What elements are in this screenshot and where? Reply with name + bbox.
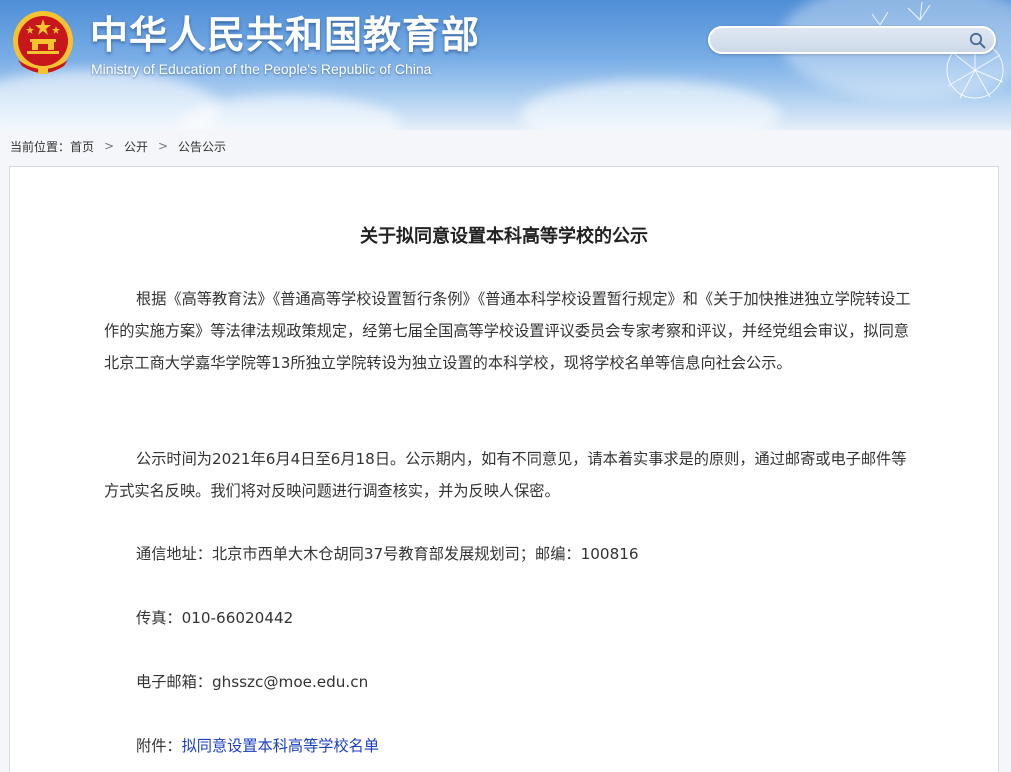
article-paragraph: 根据《高等教育法》《普通高等学校设置暂行条例》《普通本科学校设置暂行规定》和《关…	[104, 290, 911, 372]
article-title: 关于拟同意设置本科高等学校的公示	[360, 226, 648, 247]
breadcrumb-public-link[interactable]: 公开	[124, 138, 148, 155]
breadcrumb-notice-link[interactable]: 公告公示	[178, 138, 226, 155]
header-banner: 中华人民共和国教育部 Ministry of Education of the …	[0, 0, 1011, 130]
search-box	[708, 26, 996, 54]
contact-email: 电子邮箱：ghsszc@moe.edu.cn	[136, 673, 369, 691]
article-paragraph: 公示时间为2021年6月4日至6月18日。公示期内，如有不同意见，请本着实事求是…	[104, 450, 907, 500]
attachment-link[interactable]: 拟同意设置本科高等学校名单	[182, 737, 379, 755]
site-title-cn: 中华人民共和国教育部	[90, 13, 481, 57]
article-panel: 关于拟同意设置本科高等学校的公示 根据《高等教育法》《普通高等学校设置暂行条例》…	[9, 166, 999, 772]
search-icon[interactable]	[969, 32, 986, 49]
search-input[interactable]	[722, 31, 966, 51]
contact-fax: 传真：010-66020442	[136, 609, 294, 627]
page: 中华人民共和国教育部 Ministry of Education of the …	[0, 0, 1011, 772]
chevron-right-icon: >	[158, 139, 169, 153]
attachment-line: 附件：拟同意设置本科高等学校名单	[136, 730, 379, 762]
national-emblem-icon	[13, 11, 73, 74]
attachment-label: 附件：	[136, 737, 182, 755]
breadcrumb: 当前位置： 首页 > 公开 > 公告公示	[10, 137, 226, 155]
site-title-en: Ministry of Education of the People's Re…	[91, 61, 432, 77]
chevron-right-icon: >	[104, 139, 115, 153]
contact-address: 通信地址：北京市西单大木仓胡同37号教育部发展规划司；邮编：100816	[136, 545, 639, 563]
breadcrumb-prefix: 当前位置：	[10, 139, 71, 154]
breadcrumb-home-link[interactable]: 首页	[70, 138, 94, 155]
dandelion-decoration	[871, 1, 1004, 99]
